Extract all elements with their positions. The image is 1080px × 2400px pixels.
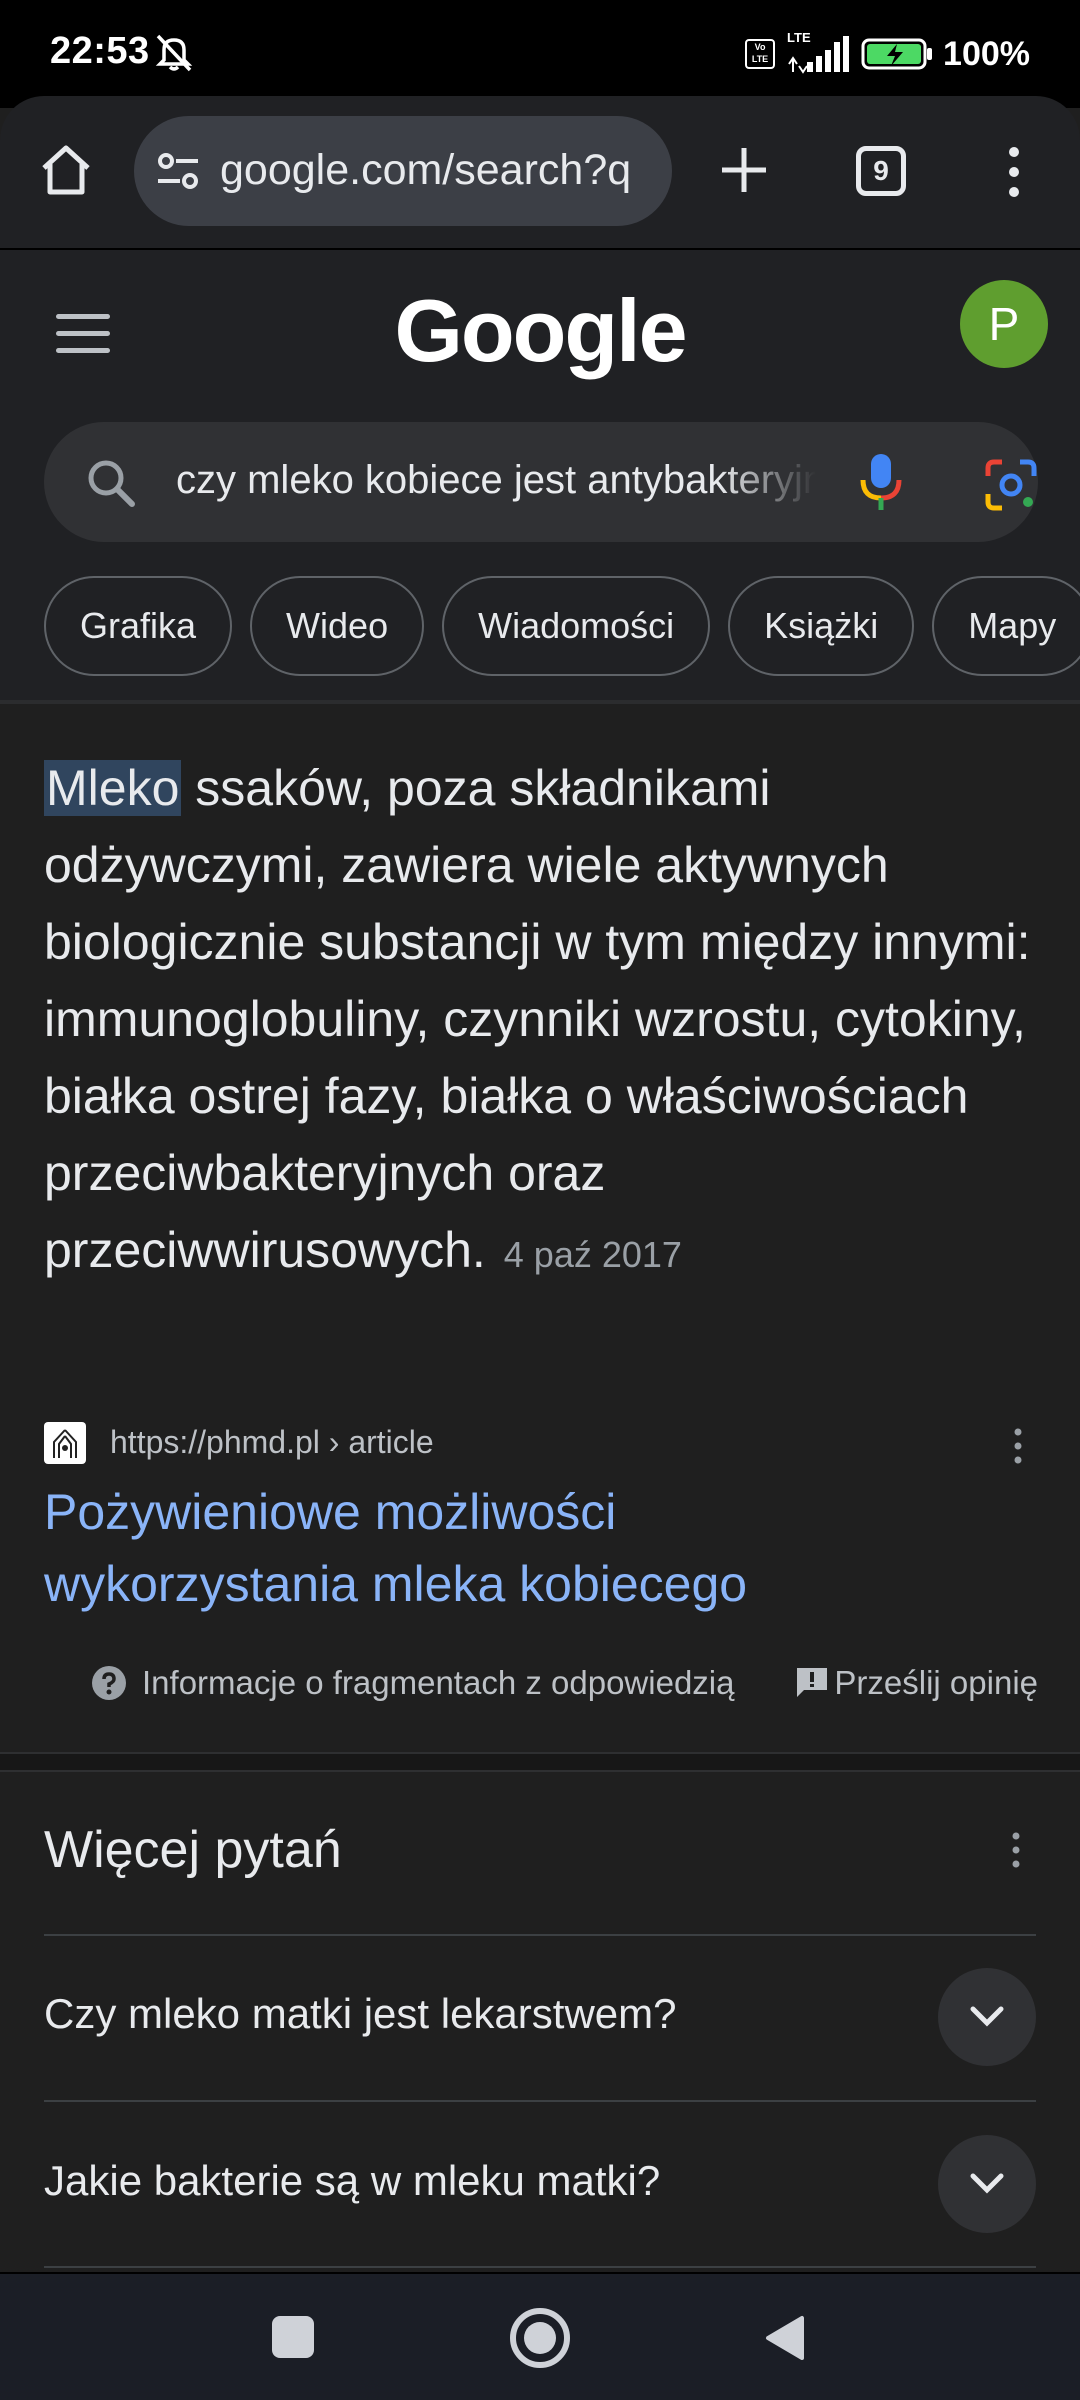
battery-charging-icon — [861, 38, 933, 70]
more-vert-icon — [1009, 147, 1019, 197]
paa-divider — [44, 1934, 1036, 1936]
home-button[interactable] — [36, 140, 96, 200]
avatar[interactable]: P — [960, 280, 1048, 368]
snippet-date: 4 paź 2017 — [503, 1234, 682, 1275]
status-icons: Vo LTE LTE 100% — [745, 30, 1030, 74]
chip-videos[interactable]: Wideo — [250, 576, 425, 676]
paa-divider — [44, 2266, 1036, 2268]
source-url[interactable]: https://phmd.pl › article — [110, 1424, 434, 1461]
back-icon[interactable] — [762, 2314, 808, 2367]
about-snippets-link[interactable]: Informacje o fragmentach z odpowiedzią — [90, 1664, 735, 1702]
chip-maps[interactable]: Mapy — [932, 576, 1080, 676]
snippet-text: Mleko ssaków, poza składnikami odżywczym… — [44, 750, 1044, 1293]
volte-icon: Vo LTE — [745, 39, 776, 69]
paa-question[interactable]: Czy mleko matki jest lekarstwem? — [44, 1990, 676, 2038]
new-tab-button[interactable] — [714, 140, 774, 205]
expand-question-button[interactable] — [938, 1968, 1036, 2066]
url-text[interactable]: google.com/search?q — [220, 146, 660, 195]
home-icon — [42, 145, 90, 195]
site-settings-icon[interactable] — [154, 151, 202, 196]
url-bar[interactable]: google.com/search?q — [134, 116, 672, 226]
send-feedback-link[interactable]: Prześlij opinię — [794, 1664, 1038, 1702]
chevron-down-icon — [970, 2173, 1004, 2194]
mic-icon[interactable] — [856, 450, 906, 519]
about-snippets-label: Informacje o fragmentach z odpowiedzią — [142, 1664, 735, 1701]
featured-snippet: Mleko ssaków, poza składnikami odżywczym… — [44, 750, 1044, 1293]
chevron-down-icon — [970, 2006, 1004, 2027]
chips-divider — [0, 700, 1080, 704]
browser-toolbar: google.com/search?q 9 — [0, 96, 1080, 248]
result-more-button[interactable] — [1010, 1426, 1026, 1471]
search-area: czy mleko kobiece jest antybakteryjne Gr… — [0, 420, 1080, 700]
more-vert-icon — [1014, 1428, 1022, 1464]
search-input[interactable]: czy mleko kobiece jest antybakteryjne — [176, 458, 816, 503]
tab-switcher-icon[interactable]: 9 — [856, 146, 906, 196]
battery-percent: 100% — [943, 34, 1030, 73]
more-vert-icon — [1012, 1832, 1020, 1868]
search-filter-chips: Grafika Wideo Wiadomości Książki Mapy — [44, 576, 1080, 676]
google-header: Google P — [0, 250, 1080, 420]
send-feedback-label: Prześlij opinię — [834, 1664, 1038, 1701]
status-time: 22:53 — [50, 30, 150, 72]
recents-icon[interactable] — [272, 2316, 314, 2358]
plus-icon — [722, 148, 766, 192]
signal-icon: LTE — [785, 30, 851, 74]
section-separator — [0, 1752, 1080, 1772]
result-title-link[interactable]: Pożywieniowe możliwości wykorzystania ml… — [44, 1476, 944, 1620]
snippet-feedback-row: Informacje o fragmentach z odpowiedzią P… — [0, 1660, 1080, 1716]
feedback-icon — [797, 1668, 828, 1697]
paa-divider — [44, 2100, 1036, 2102]
paa-question[interactable]: Jakie bakterie są w mleku matki? — [44, 2157, 660, 2205]
home-icon[interactable] — [510, 2308, 570, 2368]
snippet-body: ssaków, poza składnikami odżywczymi, zaw… — [44, 760, 1031, 1278]
google-logo[interactable]: Google — [0, 280, 1080, 382]
source-row: https://phmd.pl › article — [44, 1418, 1038, 1468]
mute-icon — [150, 32, 198, 77]
google-lens-icon[interactable] — [984, 458, 1038, 517]
paa-title: Więcej pytań — [44, 1821, 342, 1879]
expand-question-button[interactable] — [938, 2135, 1036, 2233]
site-favicon-icon[interactable] — [44, 1422, 86, 1464]
paa-more-button[interactable] — [1008, 1830, 1024, 1875]
chip-news[interactable]: Wiadomości — [442, 576, 711, 676]
search-icon — [84, 456, 138, 515]
status-bar: 22:53 Vo LTE LTE 100% — [0, 0, 1080, 108]
chip-images[interactable]: Grafika — [44, 576, 233, 676]
browser-menu-button[interactable] — [996, 144, 1032, 205]
snippet-highlight: Mleko — [44, 760, 182, 816]
system-nav-bar — [0, 2272, 1080, 2400]
chip-books[interactable]: Książki — [728, 576, 915, 676]
search-box[interactable]: czy mleko kobiece jest antybakteryjne — [44, 422, 1038, 542]
help-icon — [92, 1666, 126, 1700]
